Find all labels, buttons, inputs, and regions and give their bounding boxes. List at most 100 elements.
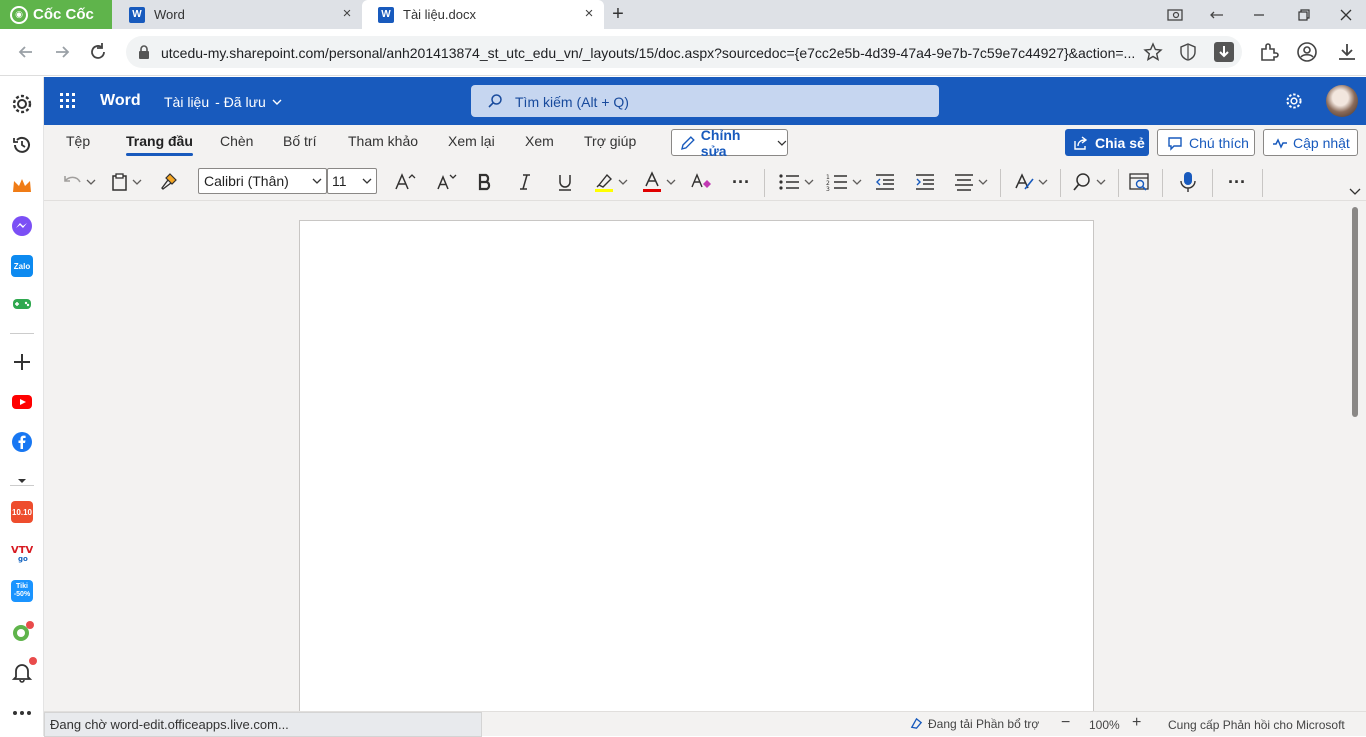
format-painter-button[interactable]: [156, 170, 182, 194]
profile-icon[interactable]: [1296, 41, 1318, 63]
user-avatar[interactable]: [1326, 85, 1358, 117]
document-page[interactable]: [299, 220, 1094, 720]
editing-mode-dropdown[interactable]: Chỉnh sửa: [671, 127, 788, 159]
extensions-icon[interactable]: [1258, 41, 1280, 63]
browser-tab-document[interactable]: W Tài liệu.docx ×: [362, 0, 604, 29]
reload-icon[interactable]: [87, 41, 109, 63]
shield-icon[interactable]: [1178, 42, 1198, 62]
align-button[interactable]: [952, 170, 992, 194]
add-shortcut-icon[interactable]: [11, 351, 33, 373]
bell-icon[interactable]: [11, 661, 33, 683]
youtube-icon[interactable]: [11, 391, 33, 413]
zoom-out-button[interactable]: −: [1061, 714, 1070, 732]
restore-window-icon[interactable]: [1295, 6, 1313, 24]
vertical-scrollbar-thumb[interactable]: [1352, 207, 1358, 417]
document-title-button[interactable]: Tài liệu - Đã lưu: [164, 94, 282, 110]
microphone-icon: [1180, 172, 1196, 192]
bold-button[interactable]: [472, 170, 498, 194]
search-box[interactable]: Tìm kiếm (Alt + Q): [471, 85, 939, 117]
font-color-icon: [643, 171, 676, 192]
activity-icon: [1273, 137, 1287, 149]
dictate-button[interactable]: [1175, 170, 1201, 194]
editor-button[interactable]: [1126, 170, 1152, 194]
close-tab-icon[interactable]: ×: [582, 6, 596, 21]
highlight-color-button[interactable]: [592, 170, 632, 194]
tab-layout[interactable]: Bố trí: [283, 133, 316, 149]
font-name-dropdown[interactable]: Calibri (Thân): [198, 168, 327, 194]
clear-formatting-button[interactable]: [688, 170, 714, 194]
word-favicon-icon: W: [129, 6, 145, 23]
download-manager-icon[interactable]: [1213, 41, 1235, 63]
more-options-button[interactable]: ···: [1224, 170, 1250, 194]
gear-icon[interactable]: [1285, 92, 1303, 110]
more-options-icon[interactable]: [11, 702, 33, 724]
increase-indent-button[interactable]: [912, 170, 938, 194]
numbered-list-icon: 1 2 3: [826, 174, 862, 192]
font-size-dropdown[interactable]: 11: [327, 168, 377, 194]
paste-button[interactable]: [108, 170, 146, 194]
feedback-link[interactable]: Cung cấp Phản hồi cho Microsoft: [1168, 718, 1345, 732]
tab-references[interactable]: Tham khảo: [348, 133, 418, 149]
minimize-window-icon[interactable]: [1250, 6, 1268, 24]
minimize-icon[interactable]: [1208, 6, 1226, 24]
facebook-icon[interactable]: [11, 431, 33, 453]
toolbar-divider: [1000, 169, 1001, 197]
game-controller-icon[interactable]: [11, 293, 33, 315]
tab-home[interactable]: Trang đầu: [126, 133, 193, 156]
zalo-icon[interactable]: Zalo: [11, 255, 33, 277]
bullets-button[interactable]: [776, 170, 816, 194]
forward-icon[interactable]: [51, 41, 73, 63]
clear-formatting-icon: [691, 173, 711, 188]
more-font-options-button[interactable]: ···: [728, 170, 754, 194]
status-bar: Đang chờ word-edit.officeapps.live.com..…: [44, 711, 1366, 737]
shrink-font-icon: [437, 174, 457, 190]
settings-icon[interactable]: [11, 93, 33, 115]
tab-insert[interactable]: Chèn: [220, 133, 253, 149]
url-text[interactable]: utcedu-my.sharepoint.com/personal/anh201…: [161, 45, 1141, 61]
crown-icon[interactable]: [11, 175, 33, 197]
zoom-in-button[interactable]: +: [1132, 714, 1141, 732]
tab-help[interactable]: Trợ giúp: [584, 133, 636, 149]
downloads-icon[interactable]: [1336, 41, 1358, 63]
history-icon[interactable]: [11, 134, 33, 156]
addins-status[interactable]: Đang tải Phần bổ trợ: [909, 716, 1039, 731]
close-window-icon[interactable]: [1337, 6, 1355, 24]
underline-button[interactable]: [552, 170, 578, 194]
undo-button[interactable]: [60, 170, 98, 194]
decrease-indent-button[interactable]: [872, 170, 898, 194]
bullet-list-icon: [779, 174, 814, 190]
vtv-go-icon[interactable]: VTV go: [11, 541, 33, 563]
tab-file[interactable]: Tệp: [66, 133, 90, 149]
app-launcher-icon[interactable]: [60, 93, 76, 109]
tab-review[interactable]: Xem lại: [448, 133, 495, 149]
coccoc-menu-button[interactable]: ◉ Cốc Cốc: [0, 0, 112, 29]
app-name[interactable]: Word: [100, 92, 141, 110]
tiki-icon[interactable]: Tiki -50%: [11, 580, 33, 602]
font-color-button[interactable]: [640, 170, 680, 194]
close-tab-icon[interactable]: ×: [340, 6, 354, 21]
omnibox[interactable]: utcedu-my.sharepoint.com/personal/anh201…: [126, 36, 1242, 68]
bookmark-star-icon[interactable]: [1143, 42, 1163, 62]
find-button[interactable]: [1070, 170, 1110, 194]
share-button[interactable]: Chia sẻ: [1065, 129, 1149, 156]
browser-tab-word[interactable]: W Word ×: [113, 0, 362, 29]
toolbar-divider: [764, 169, 765, 197]
tab-search-icon[interactable]: [1166, 6, 1184, 24]
svg-text:3: 3: [826, 186, 830, 192]
back-icon[interactable]: [15, 41, 37, 63]
grow-font-button[interactable]: [392, 170, 418, 194]
italic-button[interactable]: [512, 170, 538, 194]
new-tab-button[interactable]: +: [608, 4, 628, 25]
styles-button[interactable]: [1012, 170, 1052, 194]
chevron-down-icon[interactable]: [11, 470, 33, 492]
numbering-button[interactable]: 1 2 3: [824, 170, 864, 194]
collapse-ribbon-icon[interactable]: [1349, 188, 1361, 196]
shrink-font-button[interactable]: [433, 170, 459, 194]
shopee-icon[interactable]: 10.10: [11, 501, 33, 523]
catch-up-button[interactable]: Cập nhật: [1263, 129, 1358, 156]
lock-icon[interactable]: [137, 44, 151, 60]
messenger-icon[interactable]: [11, 215, 33, 237]
zoom-level[interactable]: 100%: [1089, 718, 1120, 732]
tab-view[interactable]: Xem: [525, 133, 554, 149]
comments-button[interactable]: Chú thích: [1157, 129, 1255, 156]
